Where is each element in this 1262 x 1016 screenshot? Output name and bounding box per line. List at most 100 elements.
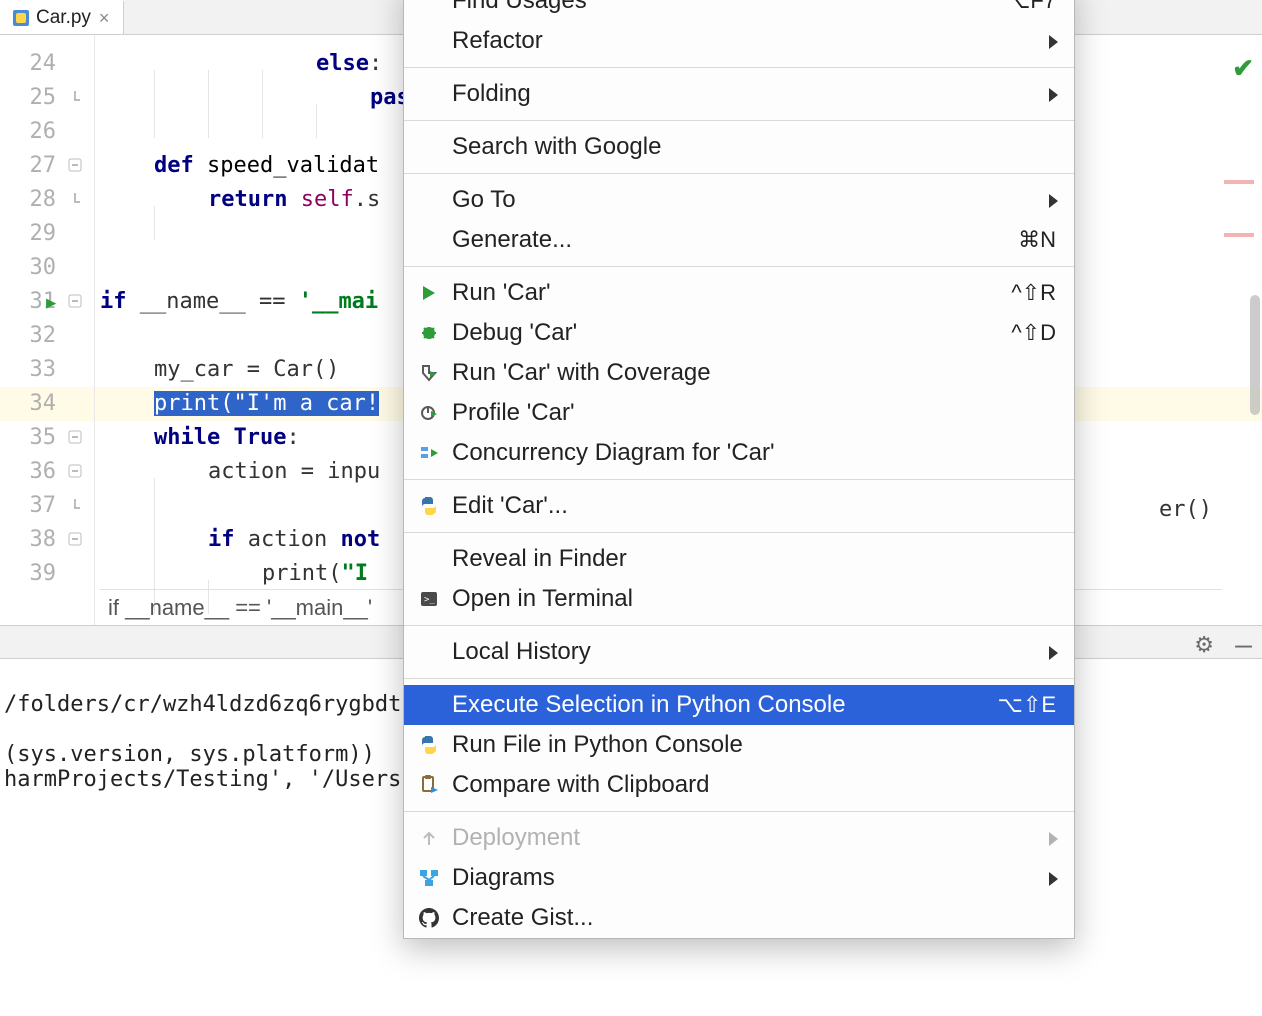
menu-label: Debug 'Car' (452, 319, 577, 347)
menu-label: Reveal in Finder (452, 545, 627, 573)
code-line[interactable]: action = inpu (100, 455, 380, 489)
menu-label: Folding (452, 80, 531, 108)
menu-generate[interactable]: Generate... ⌘N (404, 220, 1074, 260)
code-line[interactable]: if __name__ == '__mai (100, 285, 378, 319)
menu-label: Generate... (452, 226, 572, 254)
code-line[interactable]: my_car = Car() (100, 353, 339, 387)
menu-label: Execute Selection in Python Console (452, 691, 846, 719)
menu-label: Profile 'Car' (452, 399, 575, 427)
code-line[interactable]: def speed_validat (100, 149, 379, 183)
menu-separator (404, 811, 1074, 812)
fold-start-icon[interactable] (68, 532, 84, 548)
menu-go-to[interactable]: Go To (404, 180, 1074, 220)
menu-shortcut: ^⇧D (1011, 320, 1056, 346)
fold-start-icon[interactable] (68, 464, 84, 480)
menu-open-terminal[interactable]: >_ Open in Terminal (404, 579, 1074, 619)
editor-scrollbar-thumb[interactable] (1250, 295, 1260, 415)
menu-run-file-console[interactable]: Run File in Python Console (404, 725, 1074, 765)
fold-end-icon[interactable] (68, 192, 84, 208)
code-line[interactable]: return self.s (100, 183, 380, 217)
line-number: 25 (16, 81, 56, 115)
python-icon (416, 732, 442, 758)
menu-label: Deployment (452, 824, 580, 852)
hide-panel-icon[interactable]: — (1235, 628, 1252, 661)
menu-separator (404, 678, 1074, 679)
line-number: 39 (16, 557, 56, 591)
breadcrumb-text: if __name__ == '__main__' (108, 595, 372, 621)
code-line[interactable]: print("I (100, 557, 368, 591)
code-line[interactable] (100, 489, 208, 523)
code-fragment-right: er() (1159, 497, 1212, 522)
menu-label: Find Usages (452, 0, 587, 15)
menu-diagrams[interactable]: Diagrams (404, 858, 1074, 898)
line-number: 34 (16, 387, 56, 421)
terminal-icon: >_ (416, 586, 442, 612)
menu-run-car[interactable]: Run 'Car' ^⇧R (404, 273, 1074, 313)
menu-separator (404, 625, 1074, 626)
run-icon (416, 280, 442, 306)
file-tab-car[interactable]: Car.py × (0, 0, 124, 34)
profile-icon (416, 400, 442, 426)
menu-label: Open in Terminal (452, 585, 633, 613)
menu-edit-car[interactable]: Edit 'Car'... (404, 486, 1074, 526)
menu-shortcut: ⌘N (1018, 227, 1056, 253)
fold-start-icon[interactable] (68, 158, 84, 174)
menu-profile-car[interactable]: Profile 'Car' (404, 393, 1074, 433)
menu-label: Run 'Car' (452, 279, 551, 307)
menu-separator (404, 479, 1074, 480)
line-number: 32 (16, 319, 56, 353)
menu-local-history[interactable]: Local History (404, 632, 1074, 672)
menu-label: Go To (452, 186, 516, 214)
code-line[interactable]: pass (100, 81, 423, 115)
error-stripe-mark[interactable] (1224, 233, 1254, 237)
menu-refactor[interactable]: Refactor (404, 21, 1074, 61)
menu-folding[interactable]: Folding (404, 74, 1074, 114)
code-line[interactable]: if action not (100, 523, 380, 557)
menu-shortcut: ^⇧R (1011, 280, 1056, 306)
menu-create-gist[interactable]: Create Gist... (404, 898, 1074, 938)
menu-label: Concurrency Diagram for 'Car' (452, 439, 775, 467)
python-file-icon (12, 9, 30, 27)
menu-label: Run 'Car' with Coverage (452, 359, 711, 387)
menu-find-usages[interactable]: Find Usages ⌥F7 (404, 0, 1074, 21)
gear-icon[interactable]: ⚙ (1194, 632, 1214, 658)
inspections-ok-icon[interactable]: ✔ (1232, 53, 1254, 84)
fold-start-icon[interactable] (68, 430, 84, 446)
menu-separator (404, 67, 1074, 68)
svg-text:>_: >_ (424, 595, 435, 605)
console-line: (sys.version, sys.platform)) (4, 742, 375, 767)
code-line[interactable]: print("I'm a car! (100, 387, 379, 421)
code-line[interactable]: else: (100, 47, 382, 81)
menu-reveal-finder[interactable]: Reveal in Finder (404, 539, 1074, 579)
line-number: 33 (16, 353, 56, 387)
console-line: harmProjects/Testing', '/Users (4, 767, 401, 792)
line-number: 36 (16, 455, 56, 489)
concurrency-icon (416, 440, 442, 466)
error-stripe-mark[interactable] (1224, 180, 1254, 184)
gutter-run-icon[interactable]: ▶ (46, 293, 56, 313)
menu-debug-car[interactable]: Debug 'Car' ^⇧D (404, 313, 1074, 353)
fold-end-icon[interactable] (68, 90, 84, 106)
menu-separator (404, 173, 1074, 174)
menu-shortcut: ⌥⇧E (998, 692, 1056, 718)
menu-search-google[interactable]: Search with Google (404, 127, 1074, 167)
fold-end-icon[interactable] (68, 498, 84, 514)
line-number: 27 (16, 149, 56, 183)
menu-concurrency-diagram[interactable]: Concurrency Diagram for 'Car' (404, 433, 1074, 473)
menu-label: Create Gist... (452, 904, 593, 932)
menu-separator (404, 532, 1074, 533)
right-margin: ✔ (1222, 35, 1262, 625)
menu-label: Local History (452, 638, 591, 666)
fold-start-icon[interactable] (68, 294, 84, 310)
menu-separator (404, 266, 1074, 267)
gutter: 2425262728293031▶3233343536373839 (0, 35, 95, 625)
line-number: 37 (16, 489, 56, 523)
menu-compare-clipboard[interactable]: Compare with Clipboard (404, 765, 1074, 805)
editor-context-menu: Find Usages ⌥F7 Refactor Folding Search … (403, 0, 1075, 939)
line-number: 38 (16, 523, 56, 557)
menu-execute-selection-console[interactable]: Execute Selection in Python Console ⌥⇧E (404, 685, 1074, 725)
menu-separator (404, 120, 1074, 121)
close-tab-icon[interactable]: × (97, 8, 112, 29)
code-line[interactable]: while True: (100, 421, 300, 455)
menu-run-coverage[interactable]: Run 'Car' with Coverage (404, 353, 1074, 393)
